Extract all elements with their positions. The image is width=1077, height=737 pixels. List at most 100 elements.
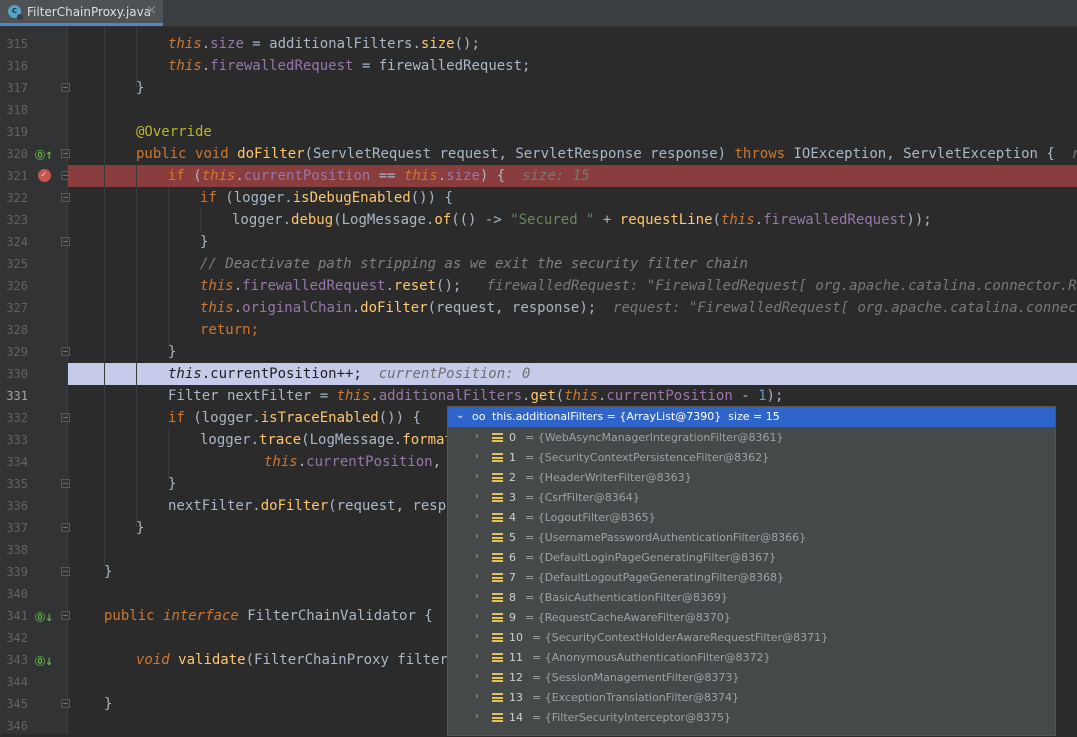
line-number[interactable]: 332 — [0, 407, 28, 429]
line-number[interactable]: 345 — [0, 693, 28, 715]
list-item[interactable]: › 13 = {ExceptionTranslationFilter@8374} — [448, 688, 1055, 708]
fold-marker[interactable] — [61, 413, 70, 422]
fold-marker[interactable] — [61, 83, 70, 92]
line-number[interactable]: 340 — [0, 583, 28, 605]
code-line-322[interactable]: if (logger.isDebugEnabled()) { — [200, 187, 453, 209]
fold-marker[interactable] — [61, 479, 70, 488]
tab-filterchainproxy[interactable]: c FilterChainProxy.java × — [0, 0, 163, 26]
line-number[interactable]: 336 — [0, 495, 28, 517]
code-line-343[interactable]: void validate(FilterChainProxy filterCh — [136, 649, 465, 671]
line-number[interactable]: 318 — [0, 99, 28, 121]
code-line-327[interactable]: this.originalChain.doFilter(request, res… — [200, 297, 1077, 319]
line-number[interactable]: 342 — [0, 627, 28, 649]
list-item[interactable]: › 12 = {SessionManagementFilter@8373} — [448, 668, 1055, 688]
code-line-317[interactable]: } — [136, 77, 144, 99]
line-number[interactable]: 335 — [0, 473, 28, 495]
list-item[interactable]: › 7 = {DefaultLogoutPageGeneratingFilter@8… — [448, 568, 1055, 588]
list-item[interactable]: › 5 = {UsernamePasswordAuthenticationFilte… — [448, 528, 1055, 548]
close-tab-icon[interactable]: × — [146, 3, 157, 18]
code-line-336[interactable]: nextFilter.doFilter(request, respon — [168, 495, 463, 517]
line-number[interactable]: 329 — [0, 341, 28, 363]
chevron-right-icon[interactable]: › — [475, 591, 479, 602]
list-item[interactable]: › 9 = {RequestCacheAwareFilter@8370} — [448, 608, 1055, 628]
code-line-323[interactable]: logger.debug(LogMessage.of(() -> "Secure… — [232, 209, 932, 231]
code-line-325[interactable]: // Deactivate path stripping as we exit … — [200, 253, 748, 275]
line-number[interactable]: 337 — [0, 517, 28, 539]
line-number[interactable]: 339 — [0, 561, 28, 583]
fold-marker[interactable] — [61, 237, 70, 246]
chevron-right-icon[interactable]: › — [475, 551, 479, 562]
list-item[interactable]: › 10 = {SecurityContextHolderAwareRequestF… — [448, 628, 1055, 648]
line-number[interactable]: 321 — [0, 165, 28, 187]
list-item[interactable]: › 2 = {HeaderWriterFilter@8363} — [448, 468, 1055, 488]
line-number[interactable]: 330 — [0, 363, 28, 385]
code-line-321[interactable]: if (this.currentPosition == this.size) {… — [168, 165, 590, 187]
chevron-right-icon[interactable]: › — [475, 511, 479, 522]
line-number[interactable]: 320 — [0, 143, 28, 165]
code-line-331[interactable]: Filter nextFilter = this.additionalFilte… — [168, 385, 783, 407]
list-item[interactable]: › 0 = {WebAsyncManagerIntegrationFilter@83… — [448, 428, 1055, 448]
chevron-right-icon[interactable]: › — [475, 631, 479, 642]
code-line-333[interactable]: logger.trace(LogMessage.format( — [200, 429, 461, 451]
line-number[interactable]: 316 — [0, 55, 28, 77]
code-line-320[interactable]: public void doFilter(ServletRequest requ… — [136, 143, 1077, 165]
fold-marker[interactable] — [61, 611, 70, 620]
line-number[interactable]: 328 — [0, 319, 28, 341]
code-line-339[interactable]: } — [104, 561, 112, 583]
line-number[interactable]: 327 — [0, 297, 28, 319]
line-number[interactable]: 325 — [0, 253, 28, 275]
code-line-337[interactable]: } — [136, 517, 144, 539]
code-line-319[interactable]: @Override — [136, 121, 212, 143]
code-line-345[interactable]: } — [104, 693, 112, 715]
line-number[interactable]: 326 — [0, 275, 28, 297]
chevron-right-icon[interactable]: › — [475, 571, 479, 582]
code-line-316[interactable]: this.firewalledRequest = firewalledReque… — [168, 55, 530, 77]
line-number[interactable]: 324 — [0, 231, 28, 253]
fold-marker[interactable] — [61, 149, 70, 158]
implements-method-icon[interactable]: ⓪↑ — [35, 147, 53, 162]
fold-marker[interactable] — [61, 193, 70, 202]
chevron-right-icon[interactable]: › — [475, 691, 479, 702]
code-line-334[interactable]: this.currentPosition, t — [264, 451, 458, 473]
list-item[interactable]: › 11 = {AnonymousAuthenticationFilter@8372… — [448, 648, 1055, 668]
list-item[interactable]: › 14 = {FilterSecurityInterceptor@8375} — [448, 708, 1055, 728]
chevron-right-icon[interactable]: › — [475, 711, 479, 722]
line-number[interactable]: 319 — [0, 121, 28, 143]
line-number[interactable]: 317 — [0, 77, 28, 99]
code-line-332[interactable]: if (logger.isTraceEnabled()) { — [168, 407, 421, 429]
code-line-335[interactable]: } — [168, 473, 176, 495]
chevron-right-icon[interactable]: › — [475, 651, 479, 662]
code-line-315[interactable]: this.size = additionalFilters.size(); — [168, 33, 480, 55]
line-number[interactable]: 315 — [0, 33, 28, 55]
line-number[interactable]: 331 — [0, 385, 28, 407]
chevron-right-icon[interactable]: › — [475, 671, 479, 682]
chevron-right-icon[interactable]: › — [475, 471, 479, 482]
implemented-interface-icon[interactable]: ⓪↓ — [35, 609, 53, 624]
code-line-330[interactable]: this.currentPosition++; currentPosition:… — [168, 363, 530, 385]
fold-marker[interactable] — [61, 347, 70, 356]
list-item[interactable]: › 1 = {SecurityContextPersistenceFilter@83… — [448, 448, 1055, 468]
fold-marker[interactable] — [61, 171, 70, 180]
breakpoint-icon[interactable]: ✓ — [38, 169, 51, 182]
list-item[interactable]: › 6 = {DefaultLoginPageGeneratingFilter@83… — [448, 548, 1055, 568]
debugger-value-popup[interactable]: ⌄ oo this.additionalFilters = {ArrayList… — [447, 406, 1056, 736]
fold-marker[interactable] — [61, 567, 70, 576]
line-number[interactable]: 322 — [0, 187, 28, 209]
chevron-right-icon[interactable]: › — [475, 431, 479, 442]
implemented-method-icon[interactable]: ⓪↓ — [35, 653, 53, 668]
code-line-341[interactable]: public interface FilterChainValidator { — [104, 605, 433, 627]
line-number[interactable]: 344 — [0, 671, 28, 693]
line-number[interactable]: 333 — [0, 429, 28, 451]
chevron-right-icon[interactable]: › — [475, 531, 479, 542]
line-number[interactable]: 323 — [0, 209, 28, 231]
chevron-right-icon[interactable]: › — [475, 451, 479, 462]
line-number[interactable]: 343 — [0, 649, 28, 671]
fold-marker[interactable] — [61, 699, 70, 708]
chevron-right-icon[interactable]: › — [475, 491, 479, 502]
chevron-right-icon[interactable]: › — [475, 611, 479, 622]
line-number[interactable]: 338 — [0, 539, 28, 561]
line-number[interactable]: 341 — [0, 605, 28, 627]
fold-marker[interactable] — [61, 523, 70, 532]
code-line-324[interactable]: } — [200, 231, 208, 253]
list-item[interactable]: › 4 = {LogoutFilter@8365} — [448, 508, 1055, 528]
